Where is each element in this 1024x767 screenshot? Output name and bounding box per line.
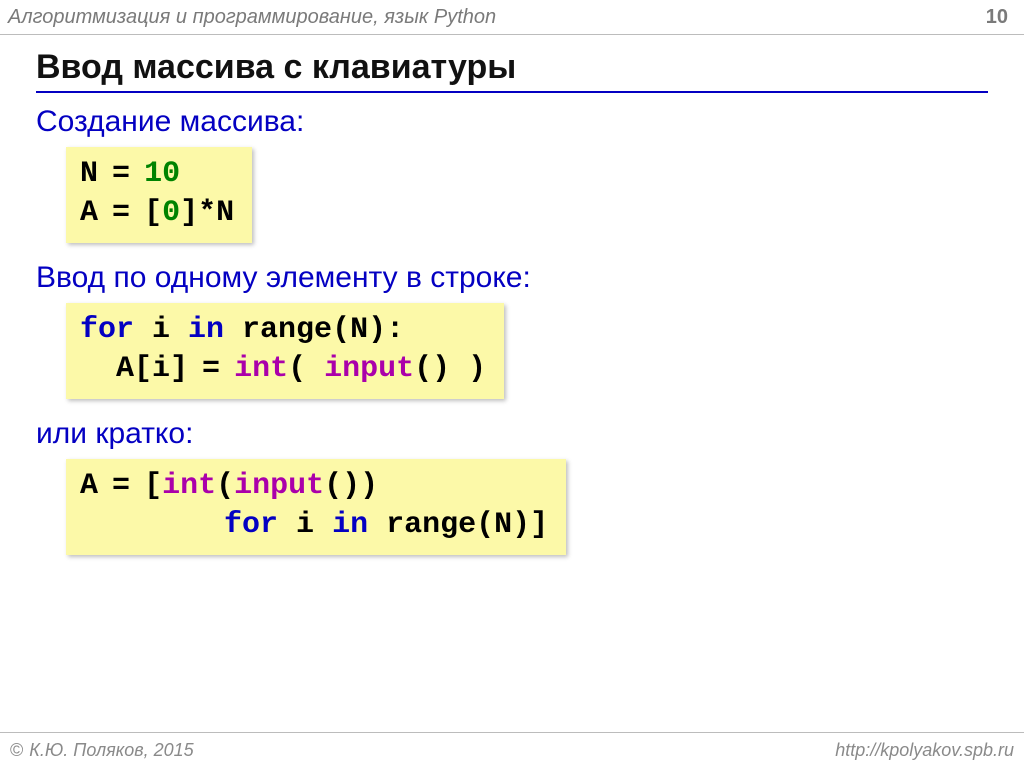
page-number: 10 <box>986 6 1014 29</box>
code-keyword: for <box>224 508 278 542</box>
code-text <box>98 157 112 191</box>
code-text: = <box>202 352 220 386</box>
code-text: i <box>278 508 332 542</box>
code-text <box>130 469 144 503</box>
code-text: A <box>80 469 98 503</box>
code-keyword: for <box>80 313 134 347</box>
code-keyword: in <box>332 508 368 542</box>
code-text: ( <box>288 352 324 386</box>
code-text: () ) <box>414 352 486 386</box>
code-number: 10 <box>144 157 180 191</box>
copyright-icon: © <box>10 740 23 761</box>
heading-rule <box>36 91 988 93</box>
code-text: range(N)] <box>368 508 548 542</box>
code-text: N <box>80 157 98 191</box>
code-keyword: in <box>188 313 224 347</box>
code-text: A <box>80 196 98 230</box>
code-text <box>188 352 202 386</box>
code-text <box>98 196 112 230</box>
code-text: i <box>134 313 188 347</box>
code-text <box>220 352 234 386</box>
code-box-1: N = 10 A = [0]*N <box>66 147 252 243</box>
code-text: range(N): <box>224 313 404 347</box>
code-text: = <box>112 469 130 503</box>
footer-url: http://kpolyakov.spb.ru <box>835 740 1014 761</box>
slide-content: Ввод массива с клавиатуры Создание масси… <box>0 34 1024 567</box>
code-text: [ <box>144 196 162 230</box>
code-text: [ <box>144 469 162 503</box>
section-label-3: или кратко: <box>36 417 988 451</box>
header-bar: Алгоритмизация и программирование, язык … <box>0 0 1024 34</box>
code-text <box>130 196 144 230</box>
code-text: = <box>112 157 130 191</box>
code-text <box>130 157 144 191</box>
code-text: ()) <box>324 469 378 503</box>
code-text <box>80 508 224 542</box>
code-func: input <box>234 469 324 503</box>
code-func: int <box>162 469 216 503</box>
code-text: ]*N <box>180 196 234 230</box>
code-text: A[i] <box>80 352 188 386</box>
slide-heading: Ввод массива с клавиатуры <box>36 48 988 87</box>
code-number: 0 <box>162 196 180 230</box>
copyright-text: К.Ю. Поляков, 2015 <box>29 740 193 761</box>
code-func: input <box>324 352 414 386</box>
code-text <box>98 469 112 503</box>
code-box-3: A = [int(input()) for i in range(N)] <box>66 459 566 555</box>
section-label-1: Создание массива: <box>36 105 988 139</box>
section-label-2: Ввод по одному элементу в строке: <box>36 261 988 295</box>
course-title: Алгоритмизация и программирование, язык … <box>8 6 986 29</box>
code-box-2: for i in range(N): A[i] = int( input() ) <box>66 303 504 399</box>
code-func: int <box>234 352 288 386</box>
top-rule <box>0 34 1024 35</box>
code-text: ( <box>216 469 234 503</box>
code-text: = <box>112 196 130 230</box>
footer-bar: © К.Ю. Поляков, 2015 http://kpolyakov.sp… <box>0 733 1024 767</box>
